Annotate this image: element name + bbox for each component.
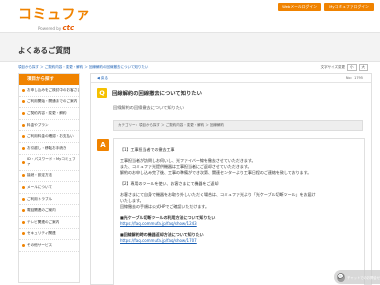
bullet-icon — [22, 100, 25, 104]
site-header: コミュファ Powered by ctc Webメールログイン Myコミュファロ… — [0, 0, 380, 32]
sidebar-heading: 項目から探す — [19, 74, 79, 85]
page-title: よくあるご質問 — [18, 46, 71, 55]
breadcrumb[interactable]: 項目から探す ＞ ご契約内容・変更・解約 ＞ 回線解約の回線撤去について知りたい — [18, 65, 148, 70]
back-bar: ◀ 戻る No：1795 — [91, 74, 371, 83]
bullet-icon — [22, 174, 25, 178]
logo-text: コミュファ — [18, 7, 91, 23]
question-title: 回線解約の回線撤去について知りたい — [112, 91, 202, 97]
back-link[interactable]: ◀ 戻る — [97, 76, 108, 81]
font-small-button[interactable]: 小 — [347, 64, 357, 71]
sidebar-item-id-password[interactable]: ID・パスワード・Myコミュファ — [19, 155, 79, 171]
question-badge: Q — [97, 88, 107, 98]
font-large-button[interactable]: 大 — [358, 64, 368, 71]
mycommufa-login-button[interactable]: Myコミュファログイン — [324, 3, 374, 11]
sidebar-item-plans[interactable]: 料金やプラン — [19, 120, 79, 132]
bullet-icon — [22, 209, 25, 213]
font-size-label: 文字サイズ変更 — [320, 65, 345, 69]
font-size-control: 文字サイズ変更 小 大 — [321, 64, 368, 71]
commufa-logo[interactable]: コミュファ Powered by ctc — [18, 7, 91, 32]
bullet-icon — [22, 220, 25, 224]
ctc-brand: ctc — [62, 24, 75, 32]
bullet-icon — [22, 135, 25, 139]
chat-label: チャットでのお問合せ — [347, 275, 380, 280]
question-detail: 回線解約の回線撤去について知りたい — [113, 105, 185, 110]
bullet-icon — [22, 111, 25, 115]
bullet-icon — [22, 185, 25, 189]
sidebar-item-start-usage[interactable]: ご利用開始・開通までのご案内 — [19, 97, 79, 109]
device-return-link[interactable]: https://faq.commufa.jp/faq/show/1707 — [120, 238, 358, 244]
sidebar-item-phone[interactable]: 電話関連のご案内 — [19, 205, 79, 217]
bullet-icon — [22, 160, 25, 164]
bullet-icon — [22, 243, 25, 247]
webmail-login-button[interactable]: Webメールログイン — [278, 3, 321, 11]
faq-content: ◀ 戻る No：1795 Q 回線解約の回線撤去について知りたい 回線解約の回線… — [90, 73, 372, 285]
bullet-icon — [22, 232, 25, 236]
chat-widget[interactable]: 💬 チャットでのお問合せ — [334, 270, 380, 284]
sidebar-item-contract[interactable]: ご契約内容・変更・解約 — [19, 108, 79, 120]
sidebar-item-tv[interactable]: テレビ関連のご案内 — [19, 217, 79, 229]
faq-number: No：1795 — [345, 76, 363, 80]
sidebar-item-mail[interactable]: メールについて — [19, 182, 79, 194]
bullet-icon — [22, 123, 25, 127]
sidebar-item-moving[interactable]: お引越し・移転お手続き — [19, 143, 79, 155]
bullet-icon — [22, 146, 25, 150]
bullet-icon — [22, 88, 25, 92]
sidebar: 項目から探す お申し込みをご検討中のお客さま ご利用開始・開通までのご案内 ご契… — [18, 73, 80, 283]
sidebar-item-security[interactable]: セキュリティ関連 — [19, 229, 79, 241]
title-bar: よくあるご質問 — [0, 32, 380, 62]
sidebar-item-billing[interactable]: ご利用料金の確認・お支払い — [19, 131, 79, 143]
chat-icon: 💬 — [337, 272, 346, 282]
category-path[interactable]: カテゴリー：項目から探す ＞ ご契約内容・変更・解約 ＞ 回線解約 — [113, 120, 363, 131]
question-row: Q 回線解約の回線撤去について知りたい — [97, 88, 202, 98]
sidebar-item-trouble[interactable]: ご利用トラブル — [19, 194, 79, 206]
sidebar-item-other[interactable]: その他サービス — [19, 240, 79, 252]
bullet-icon — [22, 197, 25, 201]
sidebar-item-considering[interactable]: お申し込みをご検討中のお客さま — [19, 85, 79, 97]
answer-box: 【1】工事担当者での撤去工事 工事担当者が訪問しお伺いし、光ファイバー線を撤去さ… — [113, 138, 365, 285]
logo-powered: Powered by ctc — [38, 24, 75, 32]
sidebar-item-connection[interactable]: 接続・設定方法 — [19, 171, 79, 183]
answer-badge: A — [97, 139, 109, 151]
